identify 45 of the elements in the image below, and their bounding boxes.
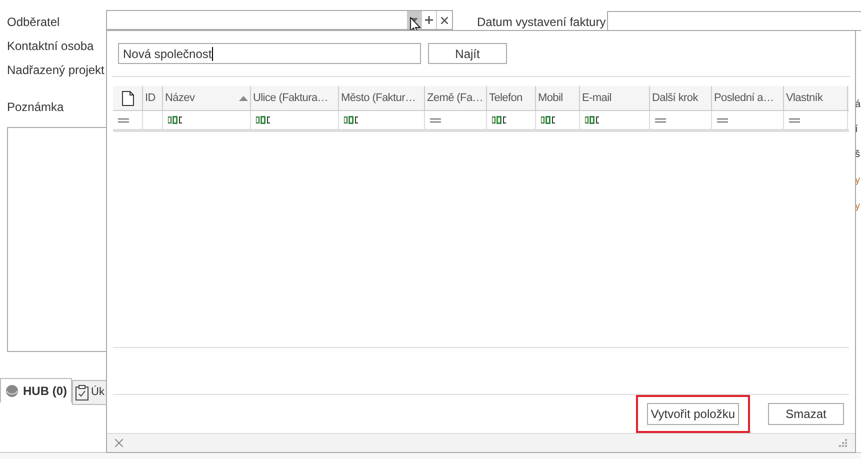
column-header[interactable]: Země (Fa… <box>425 86 487 110</box>
sort-ascending-icon <box>239 96 248 100</box>
equals-filter-icon <box>655 118 666 122</box>
column-header[interactable]: Poslední a… <box>712 86 784 110</box>
column-header[interactable]: Název <box>163 86 251 110</box>
column-header[interactable]: Telefon <box>487 86 536 110</box>
column-header[interactable]: Další krok <box>650 86 712 110</box>
text-filter-icon <box>492 116 507 124</box>
close-icon <box>441 16 448 24</box>
column-header[interactable]: Mobil <box>536 86 580 110</box>
column-header[interactable]: Město (Faktur… <box>339 86 425 110</box>
plus-icon <box>425 16 433 24</box>
resize-grip-icon[interactable] <box>839 439 847 447</box>
action-button[interactable]: Smazat <box>768 403 844 425</box>
tab[interactable]: HUB (0) <box>0 378 72 403</box>
field-label: Poznámka <box>7 99 64 116</box>
field-label: Odběratel <box>7 14 60 31</box>
equals-filter-icon <box>717 118 728 122</box>
equals-filter-icon <box>789 118 800 122</box>
action-button[interactable]: Vytvořit položku <box>646 403 739 425</box>
add-button[interactable] <box>421 11 436 29</box>
text-fragment: í <box>855 123 858 137</box>
search-field[interactable]: Nová společnost <box>118 43 421 64</box>
text-filter-icon <box>256 116 271 124</box>
field-label: Datum vystavení faktury <box>477 14 606 31</box>
tab[interactable]: Úk <box>72 380 108 405</box>
field-label: Nadřazený projekt <box>7 62 104 79</box>
find-button[interactable]: Najít <box>428 43 507 64</box>
equals-filter-icon <box>430 118 441 122</box>
close-icon <box>115 439 123 447</box>
column-header[interactable]: Ulice (Faktura… <box>251 86 339 110</box>
text-filter-icon <box>168 116 183 124</box>
column-header[interactable]: Vlastník <box>784 86 848 110</box>
field-label: Kontaktní osoba <box>7 38 94 55</box>
globe-icon <box>5 384 19 398</box>
clipboard-icon <box>75 384 89 400</box>
invoice-date-field[interactable] <box>607 11 861 31</box>
column-header[interactable]: ID <box>143 86 163 110</box>
text-filter-icon <box>585 116 600 124</box>
close-button[interactable] <box>115 439 123 447</box>
document-icon <box>122 90 134 106</box>
text-filter-icon <box>541 116 556 124</box>
text-filter-icon <box>344 116 359 124</box>
equals-filter-icon <box>118 118 129 122</box>
column-header[interactable]: E-mail <box>580 86 650 110</box>
